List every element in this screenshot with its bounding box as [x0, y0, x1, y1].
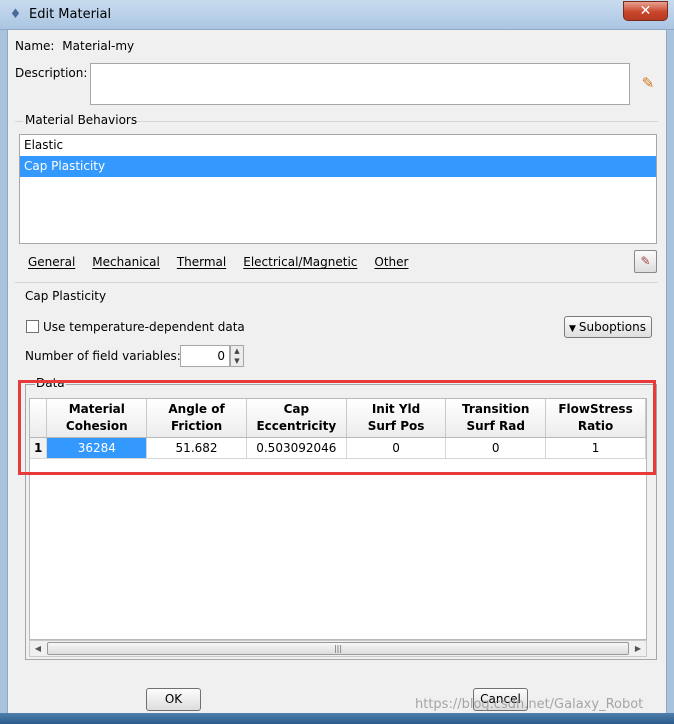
- menu-mechanical[interactable]: Mechanical: [92, 250, 160, 274]
- table-cell[interactable]: 51.682: [146, 437, 247, 459]
- scroll-left-icon[interactable]: ◀: [30, 641, 46, 656]
- field-variables-spinner[interactable]: ▲ ▼: [230, 345, 244, 367]
- column-header[interactable]: Material Cohesion: [46, 399, 148, 438]
- column-header[interactable]: Angle of Friction: [146, 399, 247, 438]
- menu-other[interactable]: Other: [374, 250, 408, 274]
- group-border: [15, 121, 23, 122]
- behavior-menu-bar: General Mechanical Thermal Electrical/Magne…: [19, 250, 629, 274]
- column-header[interactable]: Init Yld Surf Pos: [346, 399, 447, 438]
- temperature-dependent-checkbox[interactable]: [26, 320, 39, 333]
- column-header[interactable]: FlowStress Ratio: [545, 399, 646, 438]
- field-variables-input[interactable]: 0: [180, 345, 230, 367]
- close-button[interactable]: ✕: [623, 1, 668, 21]
- window-title: Edit Material: [29, 7, 112, 22]
- table-row: 1 36284 51.682 0.503092046 0 0 1: [30, 437, 646, 459]
- spin-up-icon[interactable]: ▲: [231, 346, 243, 356]
- material-behaviors-list[interactable]: Elastic Cap Plasticity: [19, 134, 657, 244]
- dropdown-triangle-icon: ▼: [569, 324, 576, 334]
- name-label: Name:: [15, 39, 55, 53]
- table-header-row: Material Cohesion Angle of Friction Cap Ecc…: [30, 399, 646, 438]
- row-header-corner: [30, 399, 48, 438]
- data-table-container: Material Cohesion Angle of Friction Cap Ecc…: [29, 398, 647, 640]
- watermark: https://blog.csdn.net/Galaxy_Robot: [415, 697, 644, 712]
- name-value: Material-my: [62, 39, 135, 53]
- pencil-icon[interactable]: ✎: [639, 74, 657, 92]
- row-number: 1: [30, 437, 48, 459]
- app-icon: ♦: [9, 7, 22, 22]
- suboptions-label: Suboptions: [578, 320, 646, 334]
- description-input[interactable]: [90, 63, 630, 105]
- dialog-body: Name: Material-my Description: ✎ Materia…: [7, 30, 667, 724]
- field-variables-label: Number of field variables:: [25, 349, 181, 363]
- menu-general[interactable]: General: [28, 250, 75, 274]
- material-behaviors-label: Material Behaviors: [25, 113, 138, 127]
- separator: [15, 282, 658, 283]
- cap-plasticity-label: Cap Plasticity: [25, 289, 107, 303]
- name-row: Name: Material-my: [15, 39, 134, 53]
- description-label: Description:: [15, 66, 88, 80]
- column-header[interactable]: Transition Surf Rad: [445, 399, 547, 438]
- column-header[interactable]: Cap Eccentricity: [246, 399, 347, 438]
- table-cell[interactable]: 0: [346, 437, 447, 459]
- scroll-right-icon[interactable]: ▶: [630, 641, 646, 656]
- eraser-button[interactable]: ✎: [634, 250, 657, 273]
- data-label: Data: [35, 376, 66, 390]
- menu-thermal[interactable]: Thermal: [177, 250, 226, 274]
- data-table: Material Cohesion Angle of Friction Cap Ecc…: [30, 399, 646, 459]
- temperature-dependent-label: Use temperature-dependent data: [43, 320, 245, 334]
- table-cell[interactable]: 0.503092046: [246, 437, 347, 459]
- ok-button[interactable]: OK: [146, 688, 201, 711]
- suboptions-button[interactable]: ▼ Suboptions: [564, 316, 652, 338]
- eraser-icon: ✎: [640, 254, 651, 268]
- table-cell[interactable]: 36284: [46, 437, 148, 459]
- taskbar: [0, 713, 674, 724]
- spin-down-icon[interactable]: ▼: [231, 356, 243, 366]
- scrollbar-thumb[interactable]: |||: [47, 642, 629, 655]
- behavior-item-cap-plasticity[interactable]: Cap Plasticity: [20, 156, 656, 177]
- title-bar: ♦ Edit Material ✕: [0, 0, 674, 30]
- group-border: [136, 121, 658, 122]
- table-cell[interactable]: 0: [445, 437, 547, 459]
- behavior-item-elastic[interactable]: Elastic: [20, 135, 656, 156]
- horizontal-scrollbar[interactable]: ◀ ||| ▶: [29, 640, 647, 657]
- table-cell[interactable]: 1: [545, 437, 646, 459]
- menu-electrical-magnetic[interactable]: Electrical/Magnetic: [243, 250, 357, 274]
